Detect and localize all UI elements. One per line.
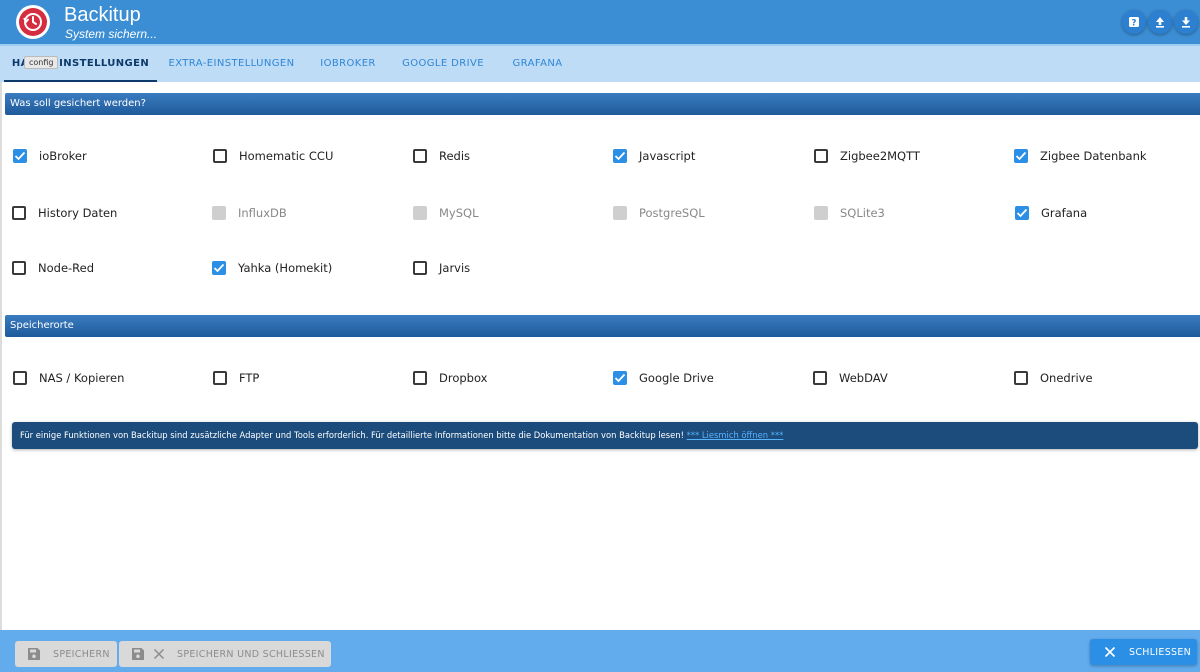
backitup-logo-icon bbox=[16, 5, 50, 39]
checkbox-checked-icon[interactable] bbox=[212, 261, 226, 275]
checkbox-homematic-ccu[interactable]: Homematic CCU bbox=[213, 149, 333, 163]
checkbox-unchecked-icon[interactable] bbox=[1014, 371, 1028, 385]
checkbox-javascript[interactable]: Javascript bbox=[613, 149, 695, 163]
download-icon bbox=[1182, 17, 1190, 28]
checkbox-unchecked-icon[interactable] bbox=[12, 261, 26, 275]
checkbox-label: Homematic CCU bbox=[239, 149, 334, 163]
checkbox-label: Grafana bbox=[1041, 206, 1088, 220]
checkbox-checked-icon[interactable] bbox=[613, 149, 627, 163]
checkbox-unchecked-icon[interactable] bbox=[413, 149, 427, 163]
checkbox-label: FTP bbox=[239, 371, 260, 385]
tab-extra-einstellungen[interactable]: EXTRA-EINSTELLUNGEN bbox=[160, 46, 303, 82]
section-header-backup: Was soll gesichert werden? bbox=[5, 93, 1200, 115]
checkbox-label: ioBroker bbox=[39, 149, 87, 163]
save-icon bbox=[27, 647, 41, 661]
tab-google-drive[interactable]: GOOGLE DRIVE bbox=[394, 46, 492, 82]
help-button[interactable]: ? bbox=[1122, 10, 1146, 34]
checkbox-jarvis[interactable]: Jarvis bbox=[413, 261, 470, 275]
checkbox-influxdb[interactable]: InfluxDB bbox=[212, 206, 287, 220]
checkbox-label: Onedrive bbox=[1040, 371, 1093, 385]
checkbox-checked-icon[interactable] bbox=[13, 149, 27, 163]
section-header-storage: Speicherorte bbox=[5, 315, 1200, 337]
checkbox-node-red[interactable]: Node-Red bbox=[12, 261, 94, 275]
app-header: Backitup System sichern... ? bbox=[0, 0, 1200, 44]
checkbox-label: Google Drive bbox=[639, 371, 714, 385]
divider bbox=[0, 82, 2, 630]
close-icon bbox=[153, 648, 165, 660]
checkbox-zigbee-datenbank[interactable]: Zigbee Datenbank bbox=[1014, 149, 1147, 163]
checkbox-unchecked-icon[interactable] bbox=[213, 149, 227, 163]
checkbox-mysql[interactable]: MySQL bbox=[413, 206, 479, 220]
checkbox-label: InfluxDB bbox=[238, 206, 287, 220]
checkbox-unchecked-icon[interactable] bbox=[814, 149, 828, 163]
checkbox-postgresql[interactable]: PostgreSQL bbox=[613, 206, 705, 220]
tab-grafana[interactable]: GRAFANA bbox=[500, 46, 575, 82]
close-icon bbox=[1104, 646, 1116, 658]
save-and-close-button[interactable]: SPEICHERN UND SCHLIESSEN bbox=[119, 641, 331, 667]
checkbox-unchecked-icon[interactable] bbox=[413, 371, 427, 385]
checkbox-dropbox[interactable]: Dropbox bbox=[413, 371, 487, 385]
checkbox-checked-icon[interactable] bbox=[613, 371, 627, 385]
footer-bar: SPEICHERN SPEICHERN UND SCHLIESSEN bbox=[0, 630, 1200, 672]
checkbox-unchecked-icon[interactable] bbox=[813, 371, 827, 385]
checkbox-unchecked-icon[interactable] bbox=[213, 371, 227, 385]
info-text: Für einige Funktionen von Backitup sind … bbox=[20, 430, 684, 440]
app-subtitle: System sichern... bbox=[65, 27, 158, 41]
download-button[interactable] bbox=[1174, 10, 1198, 34]
save-and-close-label: SPEICHERN UND SCHLIESSEN bbox=[177, 648, 325, 660]
checkbox-onedrive[interactable]: Onedrive bbox=[1014, 371, 1093, 385]
checkbox-label: WebDAV bbox=[839, 371, 888, 385]
checkbox-label: Javascript bbox=[639, 149, 696, 163]
checkbox-label: Node-Red bbox=[38, 261, 95, 275]
checkbox-yahka-homekit[interactable]: Yahka (Homekit) bbox=[212, 261, 332, 275]
close-label: SCHLIESSEN bbox=[1129, 646, 1192, 658]
checkbox-label: MySQL bbox=[439, 206, 479, 220]
checkbox-iobroker[interactable]: ioBroker bbox=[13, 149, 87, 163]
checkbox-disabled-icon bbox=[212, 206, 226, 220]
checkbox-disabled-icon bbox=[413, 206, 427, 220]
checkbox-checked-icon[interactable] bbox=[1014, 149, 1028, 163]
checkbox-label: Jarvis bbox=[439, 261, 471, 275]
svg-text:?: ? bbox=[1132, 19, 1137, 29]
close-button[interactable]: SCHLIESSEN bbox=[1090, 639, 1197, 665]
upload-button[interactable] bbox=[1148, 10, 1172, 34]
checkbox-checked-icon[interactable] bbox=[1015, 206, 1029, 220]
checkbox-label: Redis bbox=[439, 149, 471, 163]
checkbox-nas-kopieren[interactable]: NAS / Kopieren bbox=[13, 371, 124, 385]
checkbox-label: PostgreSQL bbox=[639, 206, 705, 220]
app-title: Backitup bbox=[64, 4, 141, 26]
checkbox-grafana[interactable]: Grafana bbox=[1015, 206, 1087, 220]
checkbox-label: Yahka (Homekit) bbox=[238, 261, 333, 275]
checkbox-google-drive[interactable]: Google Drive bbox=[613, 371, 714, 385]
checkbox-label: History Daten bbox=[38, 206, 118, 220]
checkbox-disabled-icon bbox=[613, 206, 627, 220]
checkbox-disabled-icon bbox=[814, 206, 828, 220]
tab-iobroker[interactable]: IOBROKER bbox=[308, 46, 388, 82]
checkbox-label: Zigbee Datenbank bbox=[1040, 149, 1147, 163]
save-button[interactable]: SPEICHERN bbox=[15, 641, 117, 667]
checkbox-unchecked-icon[interactable] bbox=[13, 371, 27, 385]
checkbox-unchecked-icon[interactable] bbox=[12, 206, 26, 220]
checkbox-label: NAS / Kopieren bbox=[39, 371, 125, 385]
checkbox-label: SQLite3 bbox=[840, 206, 885, 220]
save-icon bbox=[131, 647, 145, 661]
save-label: SPEICHERN bbox=[53, 648, 110, 660]
checkbox-label: Zigbee2MQTT bbox=[840, 149, 920, 163]
checkbox-ftp[interactable]: FTP bbox=[213, 371, 259, 385]
checkbox-history-daten[interactable]: History Daten bbox=[12, 206, 117, 220]
upload-icon bbox=[1156, 17, 1164, 28]
checkbox-sqlite3[interactable]: SQLite3 bbox=[814, 206, 885, 220]
checkbox-webdav[interactable]: WebDAV bbox=[813, 371, 888, 385]
readme-link[interactable]: *** Liesmich öffnen *** bbox=[687, 430, 784, 440]
checkbox-unchecked-icon[interactable] bbox=[413, 261, 427, 275]
checkbox-redis[interactable]: Redis bbox=[413, 149, 470, 163]
checkbox-label: Dropbox bbox=[439, 371, 488, 385]
tab-bar: HAUPTEINSTELLUNGEN EXTRA-EINSTELLUNGEN I… bbox=[0, 44, 1200, 82]
info-banner: Für einige Funktionen von Backitup sind … bbox=[12, 422, 1198, 449]
tooltip: config bbox=[24, 56, 59, 69]
checkbox-zigbee2mqtt[interactable]: Zigbee2MQTT bbox=[814, 149, 920, 163]
help-icon: ? bbox=[1129, 17, 1139, 29]
